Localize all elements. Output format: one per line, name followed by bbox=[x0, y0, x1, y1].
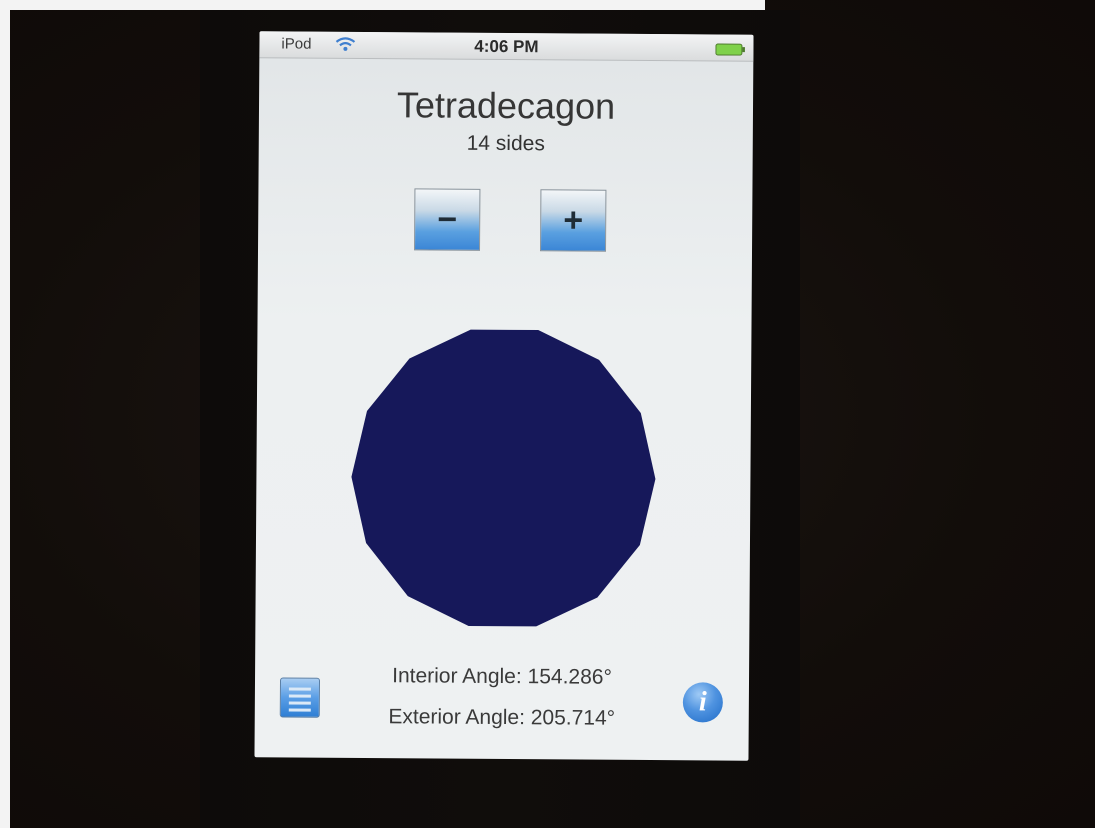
info-icon: i bbox=[698, 686, 707, 718]
list-icon bbox=[288, 687, 311, 691]
info-button[interactable]: i bbox=[682, 682, 724, 723]
photo-border-top bbox=[0, 0, 765, 10]
tetradecagon-icon bbox=[351, 329, 656, 627]
decrement-sides-button[interactable]: − bbox=[414, 188, 481, 251]
polygon-name: Tetradecagon bbox=[396, 84, 616, 127]
exterior-angle-label: Exterior Angle: 205.714° bbox=[388, 705, 616, 730]
list-icon-line bbox=[288, 708, 311, 712]
list-icon-line bbox=[288, 701, 311, 705]
polygon-shape bbox=[351, 329, 656, 627]
list-button[interactable] bbox=[279, 677, 321, 718]
photo-border-left bbox=[0, 0, 10, 828]
status-bar: iPod 4:06 PM bbox=[259, 31, 754, 62]
device-screen: iPod 4:06 PM Tetradecagon 14 sides − + I… bbox=[254, 31, 754, 761]
sides-count: 14 sides bbox=[466, 131, 545, 156]
status-time: 4:06 PM bbox=[474, 36, 539, 57]
interior-angle-label: Interior Angle: 154.286° bbox=[392, 664, 612, 689]
list-icon-line bbox=[288, 694, 311, 698]
battery-icon bbox=[715, 43, 745, 56]
increment-sides-button[interactable]: + bbox=[540, 189, 607, 252]
